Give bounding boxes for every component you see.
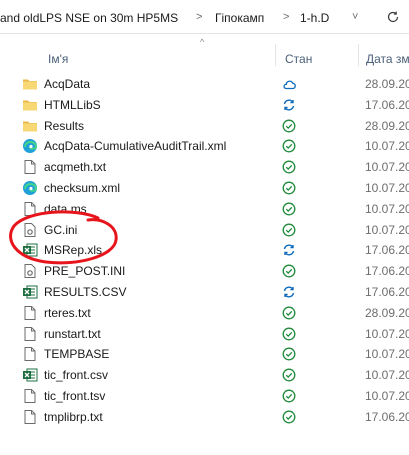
- file-date: 17.06.202: [365, 409, 409, 424]
- list-item[interactable]: AcqData-CumulativeAuditTrail.xml 10.07.20…: [14, 136, 409, 156]
- folder-icon: [22, 118, 38, 134]
- file-date: 10.07.202: [365, 160, 409, 175]
- file-date: 10.07.202: [365, 347, 409, 362]
- file-date: 10.07.202: [365, 326, 409, 341]
- list-item[interactable]: Results 28.09.202: [14, 116, 409, 136]
- settings-file-icon: [22, 222, 38, 238]
- list-item[interactable]: AcqData 28.09.202: [14, 74, 409, 94]
- list-item[interactable]: checksum.xml 10.07.202: [14, 178, 409, 198]
- document-icon: [22, 305, 38, 321]
- check-icon: [282, 327, 296, 341]
- check-icon: [282, 368, 296, 382]
- list-item[interactable]: tic_front.tsv 10.07.202: [14, 386, 409, 406]
- file-name: rteres.txt: [44, 305, 91, 320]
- file-name: TEMPBASE: [44, 347, 110, 362]
- settings-file-icon: [22, 263, 38, 279]
- file-name: tic_front.csv: [44, 368, 109, 383]
- list-item[interactable]: RESULTS.CSV 17.06.202: [14, 282, 409, 302]
- list-item[interactable]: acqmeth.txt 10.07.202: [14, 157, 409, 177]
- document-icon: [22, 388, 38, 404]
- document-icon: [22, 346, 38, 362]
- list-item[interactable]: tmplibrp.txt 17.06.202: [14, 407, 409, 427]
- file-name: RESULTS.CSV: [44, 285, 127, 299]
- sync-icon: [282, 243, 296, 257]
- list-item[interactable]: rteres.txt 28.09.202: [14, 303, 409, 323]
- file-name: Results: [44, 118, 85, 133]
- column-header-name[interactable]: Ім'я: [48, 52, 68, 66]
- check-icon: [282, 223, 296, 237]
- file-date: 28.09.202: [365, 305, 409, 320]
- check-icon: [282, 139, 296, 153]
- breadcrumb-item-current[interactable]: 1-h.D: [300, 11, 329, 25]
- folder-icon: [22, 76, 38, 92]
- edge-icon: [22, 180, 38, 196]
- file-date: 17.06.202: [365, 97, 409, 112]
- address-bar[interactable]: and oldLPS NSE on 30m HP5MS > Гіпокамп >…: [0, 0, 409, 34]
- file-name: HTMLLibS: [44, 97, 101, 112]
- list-item[interactable]: MSRep.xls 17.06.202: [14, 240, 409, 260]
- column-divider[interactable]: [275, 44, 276, 66]
- file-name: tmplibrp.txt: [44, 409, 103, 424]
- file-name: acqmeth.txt: [44, 160, 107, 175]
- check-icon: [282, 389, 296, 403]
- file-date: 17.06.202: [365, 264, 409, 279]
- chevron-right-icon[interactable]: >: [283, 11, 289, 23]
- file-date: 17.06.202: [365, 285, 409, 299]
- excel-icon: [22, 284, 38, 300]
- check-icon: [282, 306, 296, 320]
- file-date: 28.09.202: [365, 118, 409, 133]
- check-icon: [282, 160, 296, 174]
- file-name: GC.ini: [44, 222, 78, 237]
- file-date: 10.07.202: [365, 368, 409, 383]
- document-icon: [22, 326, 38, 342]
- check-icon: [282, 202, 296, 216]
- breadcrumb-item-hippocampus[interactable]: Гіпокамп: [215, 11, 264, 25]
- folder-icon: [22, 97, 38, 113]
- document-icon: [22, 409, 38, 425]
- file-name: PRE_POST.INI: [44, 264, 126, 279]
- file-date: 28.09.202: [365, 77, 409, 91]
- check-icon: [282, 119, 296, 133]
- list-item[interactable]: tic_front.csv 10.07.202: [14, 365, 409, 385]
- cloud-icon: [282, 77, 296, 91]
- list-item[interactable]: TEMPBASE 10.07.202: [14, 344, 409, 364]
- breadcrumb-dropdown-icon[interactable]: ˅: [352, 11, 358, 23]
- breadcrumb-item-folder[interactable]: and oldLPS NSE on 30m HP5MS: [0, 11, 178, 25]
- file-name: AcqData-CumulativeAuditTrail.xml: [44, 139, 227, 154]
- file-date: 10.07.202: [365, 389, 409, 403]
- column-header-status[interactable]: Стан: [285, 52, 312, 66]
- document-icon: [22, 159, 38, 175]
- document-icon: [22, 201, 38, 217]
- list-item[interactable]: data.ms 10.07.202: [14, 199, 409, 219]
- list-item[interactable]: runstart.txt 10.07.202: [14, 324, 409, 344]
- file-date: 10.07.202: [365, 201, 409, 216]
- file-name: runstart.txt: [44, 326, 101, 341]
- file-name: tic_front.tsv: [44, 389, 106, 403]
- list-item[interactable]: PRE_POST.INI 17.06.202: [14, 261, 409, 281]
- sync-icon: [282, 98, 296, 112]
- refresh-icon[interactable]: [386, 10, 400, 24]
- file-date: 10.07.202: [365, 222, 409, 237]
- file-name: AcqData: [44, 77, 91, 91]
- excel-icon: [22, 367, 38, 383]
- sync-icon: [282, 285, 296, 299]
- excel-icon: [22, 242, 38, 258]
- list-item[interactable]: HTMLLibS 17.06.202: [14, 95, 409, 115]
- file-name: checksum.xml: [44, 181, 121, 195]
- file-name: data.ms: [44, 201, 87, 216]
- check-icon: [282, 181, 296, 195]
- file-date: 17.06.202: [365, 243, 409, 258]
- check-icon: [282, 264, 296, 278]
- chevron-right-icon[interactable]: >: [196, 11, 202, 23]
- column-divider[interactable]: [358, 44, 359, 66]
- file-name: MSRep.xls: [44, 243, 103, 258]
- check-icon: [282, 347, 296, 361]
- sort-ascending-icon: ^: [200, 37, 205, 47]
- list-item[interactable]: GC.ini 10.07.202: [14, 220, 409, 240]
- file-date: 10.07.202: [365, 181, 409, 195]
- check-icon: [282, 410, 296, 424]
- file-date: 10.07.202: [365, 139, 409, 154]
- column-header-date[interactable]: Дата змі: [366, 52, 409, 66]
- edge-icon: [22, 138, 38, 154]
